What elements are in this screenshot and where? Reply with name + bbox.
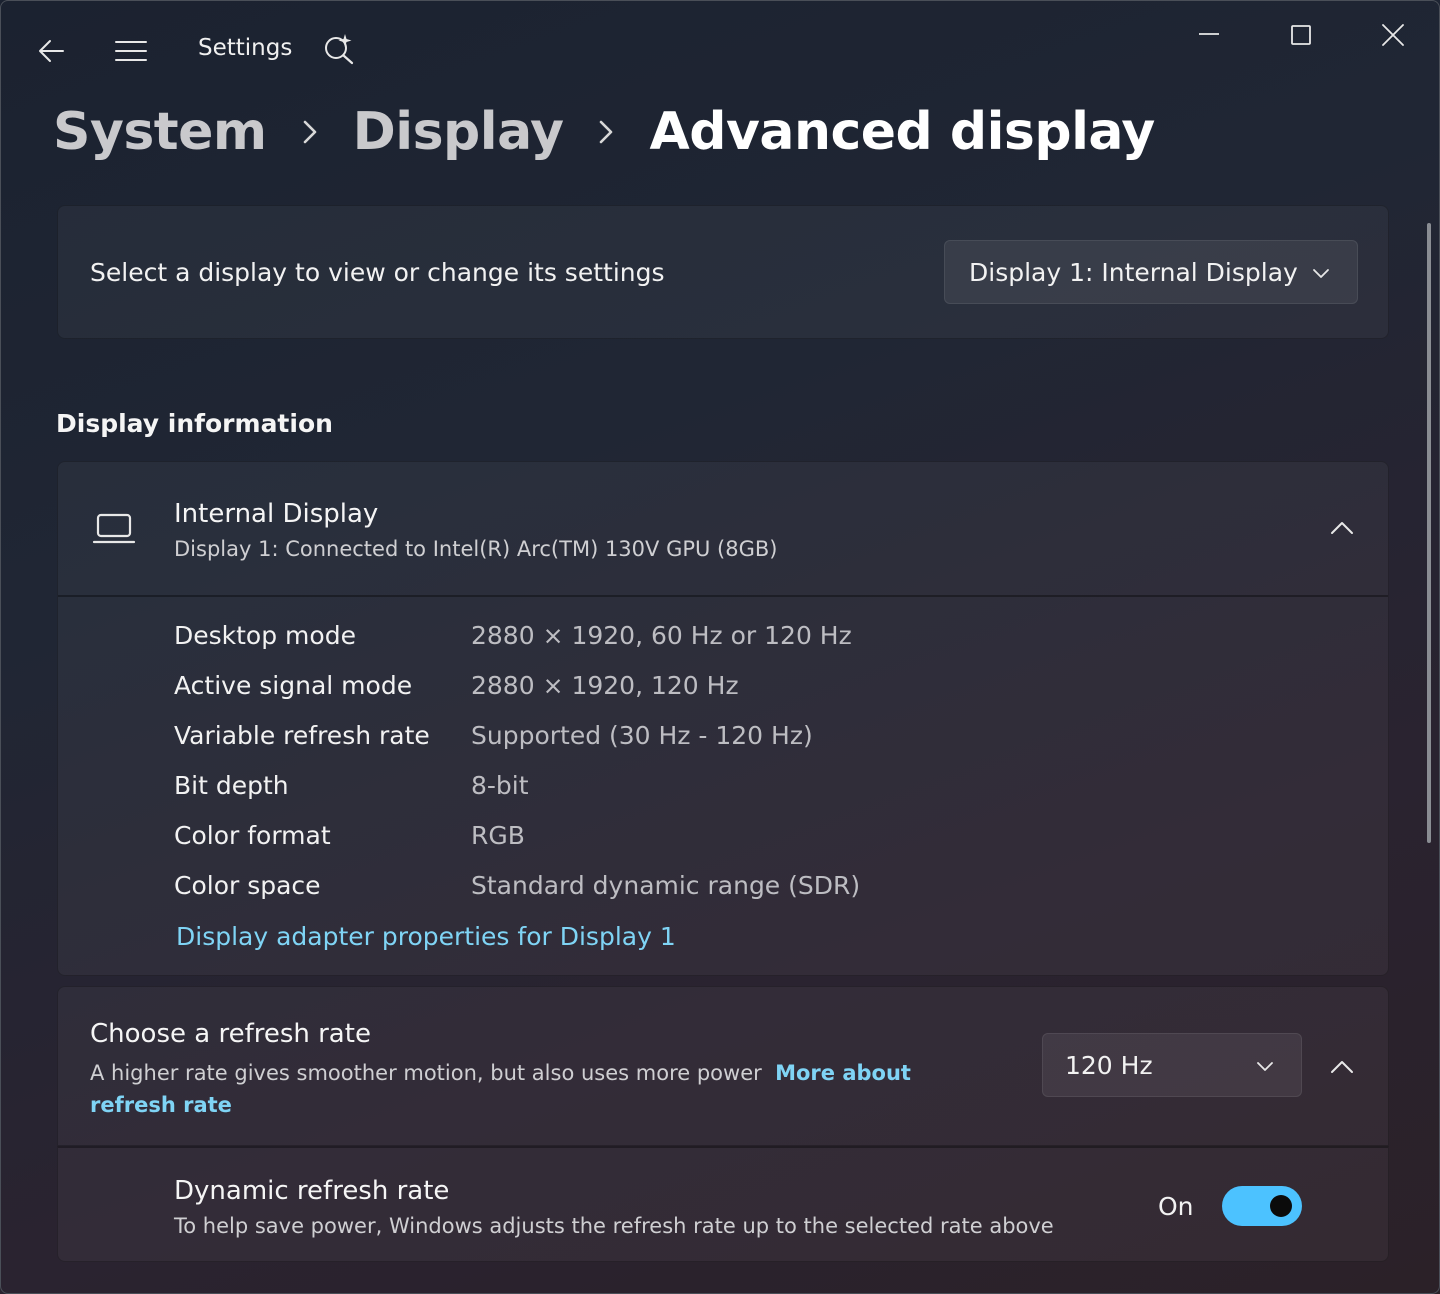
property-value: Supported (30 Hz - 120 Hz): [471, 721, 813, 750]
minimize-icon: [1199, 33, 1219, 35]
hamburger-menu-icon: [115, 41, 147, 61]
maximize-icon: [1291, 25, 1311, 45]
search-sparkle-icon: [325, 34, 354, 65]
property-label: Active signal mode: [174, 671, 413, 700]
chevron-down-icon: [1313, 269, 1329, 278]
dynamic-refresh-rate-title: Dynamic refresh rate: [174, 1176, 450, 1206]
back-button[interactable]: [29, 29, 73, 73]
breadcrumb-item-system[interactable]: System: [53, 102, 267, 162]
property-label: Bit depth: [174, 771, 289, 800]
refresh-rate-description: A higher rate gives smoother motion, but…: [90, 1057, 950, 1121]
property-label: Variable refresh rate: [174, 721, 430, 750]
chevron-up-icon[interactable]: [1328, 514, 1356, 542]
chevron-down-icon: [1257, 1062, 1273, 1071]
close-icon: [1382, 24, 1404, 46]
chevron-right-icon: [267, 97, 353, 167]
display-select-label: Select a display to view or change its s…: [90, 258, 665, 287]
maximize-button[interactable]: [1279, 13, 1323, 57]
refresh-rate-title: Choose a refresh rate: [90, 1019, 371, 1049]
refresh-rate-description-text: A higher rate gives smoother motion, but…: [90, 1061, 762, 1085]
minimize-button[interactable]: [1187, 13, 1231, 57]
property-value: 2880 × 1920, 120 Hz: [471, 671, 739, 700]
chevron-right-icon: [563, 97, 649, 167]
laptop-icon: [92, 513, 136, 544]
display-name: Internal Display: [174, 499, 379, 529]
property-label: Color format: [174, 821, 331, 850]
display-select-value: Display 1: Internal Display: [969, 257, 1298, 287]
display-select-card: Select a display to view or change its s…: [57, 205, 1389, 339]
settings-window: Settings System Display Advanced display: [0, 0, 1440, 1294]
refresh-rate-card: Choose a refresh rate A higher rate give…: [57, 986, 1389, 1146]
display-information-header[interactable]: Internal Display Display 1: Connected to…: [58, 462, 1388, 597]
property-label: Desktop mode: [174, 621, 356, 650]
property-value: 2880 × 1920, 60 Hz or 120 Hz: [471, 621, 852, 650]
property-label: Color space: [174, 871, 321, 900]
dynamic-refresh-rate-card: Dynamic refresh rate To help save power,…: [57, 1146, 1389, 1262]
breadcrumb-item-display[interactable]: Display: [353, 102, 564, 162]
property-value: 8-bit: [471, 771, 529, 800]
display-information-card: Internal Display Display 1: Connected to…: [57, 461, 1389, 976]
dynamic-refresh-rate-description: To help save power, Windows adjusts the …: [174, 1214, 1054, 1238]
breadcrumb: System Display Advanced display: [53, 97, 1155, 167]
navigation-menu-button[interactable]: [109, 29, 153, 73]
scrollbar[interactable]: [1427, 223, 1431, 843]
property-value: RGB: [471, 821, 525, 850]
toggle-knob: [1270, 1195, 1292, 1217]
display-adapter-properties-link[interactable]: Display adapter properties for Display 1: [176, 922, 676, 951]
back-arrow-icon: [39, 40, 64, 62]
page-title: Advanced display: [649, 102, 1155, 162]
chevron-up-icon[interactable]: [1328, 1053, 1356, 1081]
display-connection: Display 1: Connected to Intel(R) Arc(TM)…: [174, 537, 778, 561]
property-value: Standard dynamic range (SDR): [471, 871, 861, 900]
display-select-dropdown[interactable]: Display 1: Internal Display: [944, 240, 1358, 304]
toggle-state-label: On: [1158, 1192, 1194, 1221]
refresh-rate-dropdown[interactable]: 120 Hz: [1042, 1033, 1302, 1097]
close-button[interactable]: [1371, 13, 1415, 57]
app-title: Settings: [198, 35, 293, 61]
dynamic-refresh-rate-toggle[interactable]: [1222, 1186, 1302, 1226]
title-bar: Settings: [1, 1, 1439, 101]
search-button[interactable]: [317, 27, 361, 71]
display-information-heading: Display information: [56, 409, 333, 438]
refresh-rate-value: 120 Hz: [1065, 1050, 1153, 1080]
